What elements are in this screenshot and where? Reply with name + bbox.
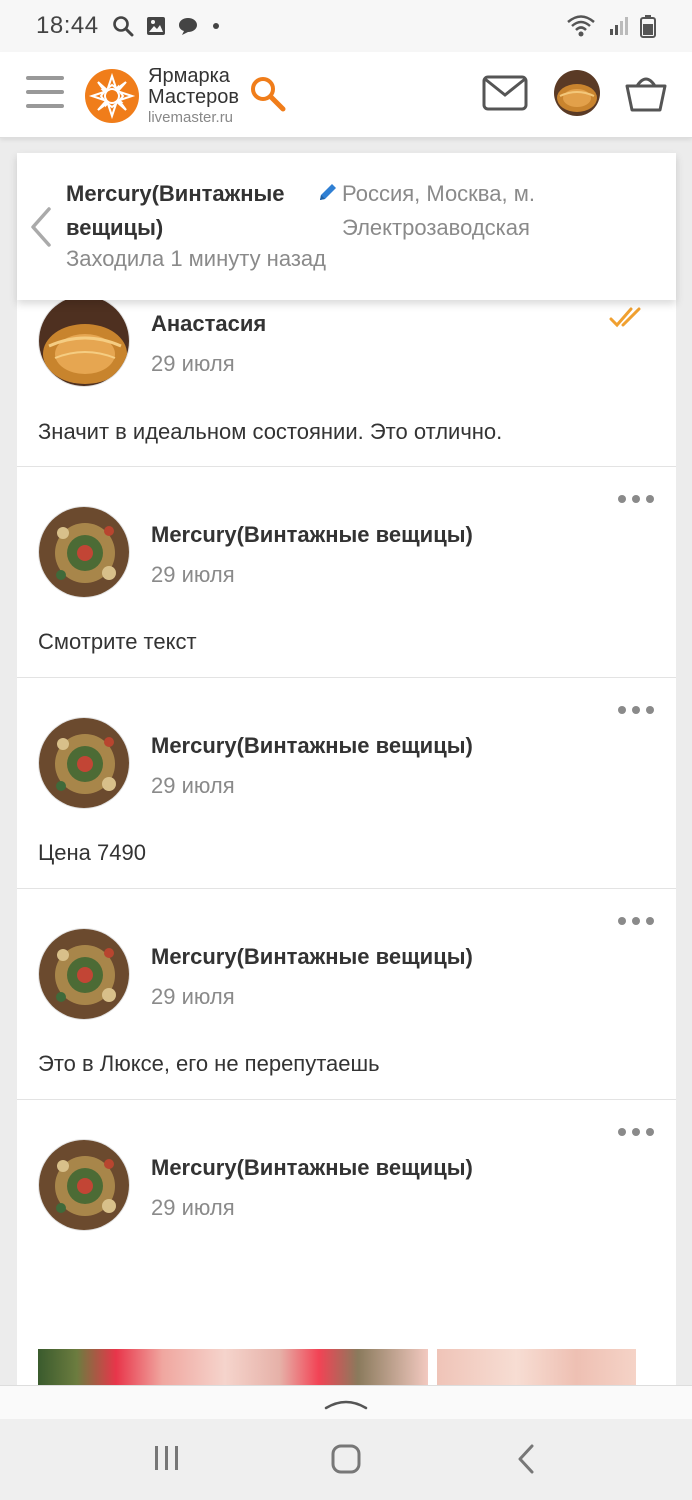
avatar[interactable] [38,928,130,1020]
avatar[interactable] [38,717,130,809]
partner-location: Россия, Москва, м. Электрозаводская [342,181,535,240]
message-date: 29 июля [151,1195,235,1220]
recent-apps-icon[interactable] [152,1443,182,1473]
message-text: Цена 7490 [38,840,146,865]
message-author: Mercury(Винтажные вещицы) [151,944,473,969]
signal-icon [610,17,628,35]
avatar[interactable] [554,70,600,116]
system-navigation-bar [0,1419,692,1500]
search-icon[interactable] [248,74,288,114]
chat-bubble-icon [178,18,197,35]
message-author: Mercury(Винтажные вещицы) [151,1155,473,1180]
avatar-image [39,296,129,386]
conversation-header: Mercury(Винтажные вещицы) Заходила 1 мин… [17,153,676,300]
attachment-photo[interactable] [437,1349,636,1385]
status-time: 18:44 [36,12,99,39]
back-chevron-icon[interactable] [27,205,55,249]
attachment-photo[interactable] [38,1349,428,1385]
avatar[interactable] [38,295,130,387]
chevron-up-icon [324,1400,368,1410]
back-icon[interactable] [514,1443,542,1475]
logo-sun-icon [85,68,139,123]
message-item: Mercury(Винтажные вещицы) 29 июля Цена 7… [17,678,676,889]
message-photo-attachments [38,1349,636,1385]
avatar-image [39,1140,129,1230]
logo[interactable]: Ярмарка Мастеров livemaster.ru [84,66,239,126]
wifi-icon [567,15,595,37]
avatar-image [39,718,129,808]
message-text: Смотрите текст [38,629,197,654]
scroll-up-bar[interactable] [0,1385,692,1419]
message-text: Это в Люксе, его не перепутаешь [38,1051,380,1076]
more-options-icon[interactable] [618,700,654,720]
chat-message-list[interactable]: Анастасия 29 июля Значит в идеальном сос… [17,153,676,1385]
message-date: 29 июля [151,773,235,798]
menu-icon[interactable] [26,76,64,112]
avatar[interactable] [38,1139,130,1231]
logo-domain: livemaster.ru [148,109,234,126]
avatar-image [39,507,129,597]
app-header: Ярмарка Мастеров livemaster.ru [0,52,692,138]
battery-icon [640,15,656,38]
double-check-icon [609,307,641,328]
last-seen-status: Заходила 1 минуту назад [66,246,326,271]
message-author: Mercury(Винтажные вещицы) [151,733,473,758]
search-icon [112,16,134,37]
message-date: 29 июля [151,351,235,376]
dot-icon [212,23,219,29]
status-notification-icons [111,14,223,38]
conversation-partner-name[interactable]: Mercury(Винтажные вещицы) [66,177,316,245]
basket-icon[interactable] [624,70,668,114]
message-text: Значит в идеальном состоянии. Это отличн… [38,419,503,444]
logo-title-line2: Мастеров [148,86,239,108]
home-icon[interactable] [330,1443,362,1475]
message-item: Mercury(Винтажные вещицы) 29 июля Смотри… [17,467,676,678]
message-author: Анастасия [151,311,267,336]
avatar-image [39,929,129,1019]
more-options-icon[interactable] [618,911,654,931]
status-bar: 18:44 [0,0,692,52]
avatar-image [554,70,600,116]
message-item: Mercury(Винтажные вещицы) 29 июля [17,1100,676,1385]
avatar[interactable] [38,506,130,598]
more-options-icon[interactable] [618,489,654,509]
image-icon [146,17,165,35]
message-date: 29 июля [151,984,235,1009]
pencil-icon[interactable] [317,181,339,203]
logo-title-line1: Ярмарка [148,65,230,87]
mail-icon[interactable] [482,74,528,112]
message-item: Mercury(Винтажные вещицы) 29 июля Это в … [17,889,676,1100]
more-options-icon[interactable] [618,1122,654,1142]
message-author: Mercury(Винтажные вещицы) [151,522,473,547]
message-date: 29 июля [151,562,235,587]
